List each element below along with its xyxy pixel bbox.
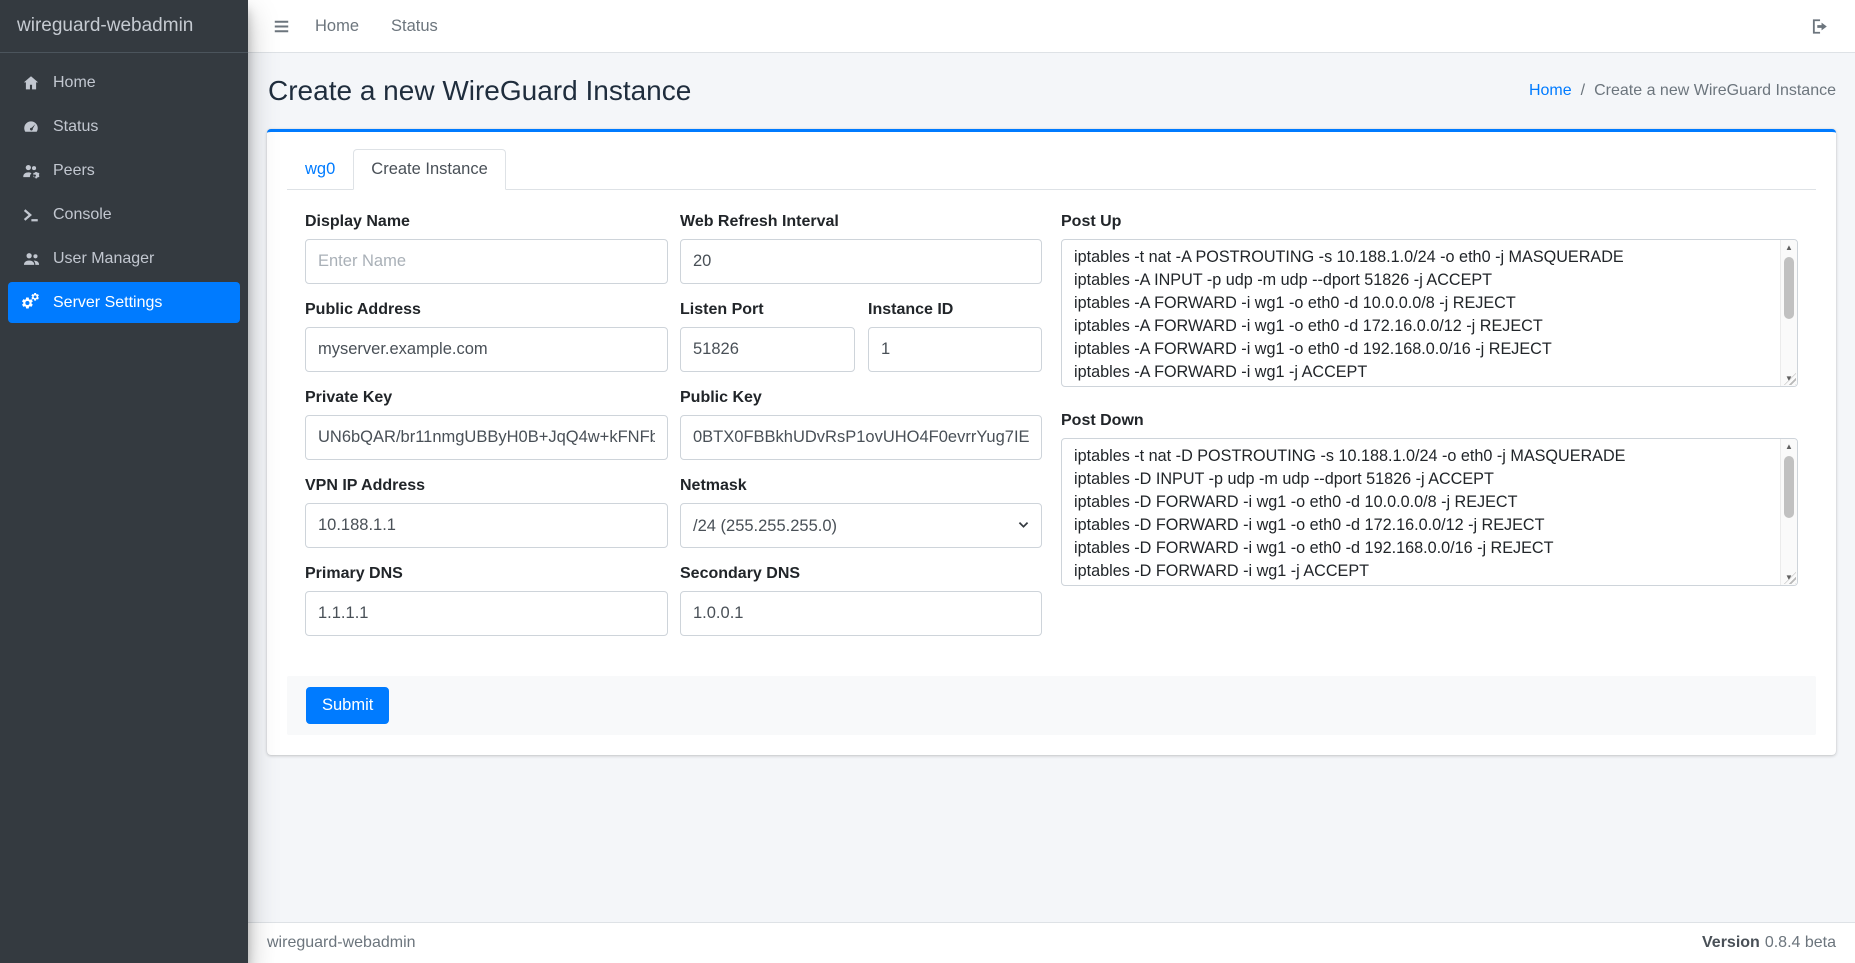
sidebar-nav: Home Status Peers Console User Manager bbox=[0, 53, 248, 335]
users-gear-icon bbox=[16, 161, 46, 180]
version-value: 0.8.4 beta bbox=[1765, 934, 1836, 951]
private-key-label: Private Key bbox=[305, 388, 668, 407]
sidebar-item-label: Status bbox=[53, 118, 98, 136]
breadcrumb-separator: / bbox=[1572, 82, 1594, 100]
post-up-scrollbar[interactable]: ▲ ▼ bbox=[1780, 240, 1797, 386]
web-refresh-interval-label: Web Refresh Interval bbox=[680, 212, 1042, 231]
main-area: Home Status Create a new WireGuard Insta… bbox=[248, 0, 1855, 963]
breadcrumb-current: Create a new WireGuard Instance bbox=[1594, 82, 1836, 100]
private-key-input[interactable] bbox=[305, 415, 668, 460]
post-up-label: Post Up bbox=[1061, 212, 1798, 231]
sidebar-item-label: Console bbox=[53, 206, 112, 224]
sidebar-item-peers[interactable]: Peers bbox=[8, 150, 240, 191]
instance-id-label: Instance ID bbox=[868, 300, 1042, 319]
sidebar-item-label: Peers bbox=[53, 162, 95, 180]
netmask-select[interactable]: /24 (255.255.255.0) bbox=[680, 503, 1042, 548]
vpn-ip-input[interactable] bbox=[305, 503, 668, 548]
post-up-textarea[interactable]: iptables -t nat -A POSTROUTING -s 10.188… bbox=[1061, 239, 1798, 387]
navbar-link-home[interactable]: Home bbox=[299, 9, 375, 44]
primary-dns-input[interactable] bbox=[305, 591, 668, 636]
version-label: Version bbox=[1702, 934, 1760, 951]
scrollbar-thumb[interactable] bbox=[1784, 257, 1794, 319]
content-area: Create a new WireGuard Instance Home / C… bbox=[248, 53, 1855, 922]
tab-create-instance[interactable]: Create Instance bbox=[353, 149, 505, 190]
navbar-link-status[interactable]: Status bbox=[375, 9, 454, 44]
content-header: Create a new WireGuard Instance Home / C… bbox=[248, 53, 1855, 129]
web-refresh-interval-input[interactable] bbox=[680, 239, 1042, 284]
public-key-label: Public Key bbox=[680, 388, 1042, 407]
breadcrumb-home-link[interactable]: Home bbox=[1529, 82, 1572, 100]
cogs-icon bbox=[16, 293, 46, 312]
display-name-label: Display Name bbox=[305, 212, 668, 231]
menu-toggle-icon[interactable] bbox=[264, 9, 299, 44]
post-down-textarea[interactable]: iptables -t nat -D POSTROUTING -s 10.188… bbox=[1061, 438, 1798, 586]
scrollbar-track[interactable] bbox=[1781, 454, 1797, 570]
scroll-up-button[interactable]: ▲ bbox=[1781, 439, 1797, 454]
users-icon bbox=[16, 249, 46, 268]
footer-brand: wireguard-webadmin bbox=[267, 934, 416, 952]
sidebar-item-user-manager[interactable]: User Manager bbox=[8, 238, 240, 279]
page-footer: wireguard-webadmin Version 0.8.4 beta bbox=[248, 922, 1855, 963]
sidebar-item-status[interactable]: Status bbox=[8, 106, 240, 147]
version-info: Version 0.8.4 beta bbox=[1702, 934, 1836, 952]
sidebar-item-label: Home bbox=[53, 74, 96, 92]
primary-dns-label: Primary DNS bbox=[305, 564, 668, 583]
sidebar-item-server-settings[interactable]: Server Settings bbox=[8, 282, 240, 323]
tachometer-icon bbox=[16, 118, 46, 136]
listen-port-input[interactable] bbox=[680, 327, 855, 372]
sidebar-item-label: User Manager bbox=[53, 250, 154, 268]
public-key-input[interactable] bbox=[680, 415, 1042, 460]
sidebar-item-home[interactable]: Home bbox=[8, 62, 240, 103]
submit-button[interactable]: Submit bbox=[306, 687, 389, 724]
scrollbar-track[interactable] bbox=[1781, 255, 1797, 371]
brand[interactable]: wireguard-webadmin bbox=[0, 0, 248, 53]
form-right-column: Post Up iptables -t nat -A POSTROUTING -… bbox=[1061, 212, 1798, 652]
instance-tabs: wg0 Create Instance bbox=[287, 149, 1816, 190]
scroll-up-button[interactable]: ▲ bbox=[1781, 240, 1797, 255]
display-name-input[interactable] bbox=[305, 239, 668, 284]
form-left-column: Display Name Web Refresh Interval Public… bbox=[305, 212, 1042, 652]
page-title: Create a new WireGuard Instance bbox=[268, 75, 691, 107]
submit-strip: Submit bbox=[287, 676, 1816, 735]
card-body: wg0 Create Instance Display Name Web Ref… bbox=[267, 132, 1836, 755]
secondary-dns-input[interactable] bbox=[680, 591, 1042, 636]
logout-icon[interactable] bbox=[1800, 9, 1839, 44]
terminal-icon bbox=[16, 206, 46, 224]
vpn-ip-label: VPN IP Address bbox=[305, 476, 668, 495]
top-navbar: Home Status bbox=[248, 0, 1855, 53]
listen-port-label: Listen Port bbox=[680, 300, 855, 319]
public-address-input[interactable] bbox=[305, 327, 668, 372]
home-icon bbox=[16, 74, 46, 92]
instance-form: Display Name Web Refresh Interval Public… bbox=[287, 190, 1816, 652]
sidebar-item-console[interactable]: Console bbox=[8, 194, 240, 235]
instance-id-input[interactable] bbox=[868, 327, 1042, 372]
public-address-label: Public Address bbox=[305, 300, 668, 319]
breadcrumb: Home / Create a new WireGuard Instance bbox=[1529, 82, 1836, 100]
sidebar: wireguard-webadmin Home Status Peers Con… bbox=[0, 0, 248, 963]
post-down-label: Post Down bbox=[1061, 411, 1798, 430]
scrollbar-thumb[interactable] bbox=[1784, 456, 1794, 518]
netmask-label: Netmask bbox=[680, 476, 1042, 495]
secondary-dns-label: Secondary DNS bbox=[680, 564, 1042, 583]
sidebar-item-label: Server Settings bbox=[53, 294, 162, 312]
post-down-scrollbar[interactable]: ▲ ▼ bbox=[1780, 439, 1797, 585]
instance-card: wg0 Create Instance Display Name Web Ref… bbox=[267, 129, 1836, 755]
tab-wg0[interactable]: wg0 bbox=[287, 149, 353, 190]
